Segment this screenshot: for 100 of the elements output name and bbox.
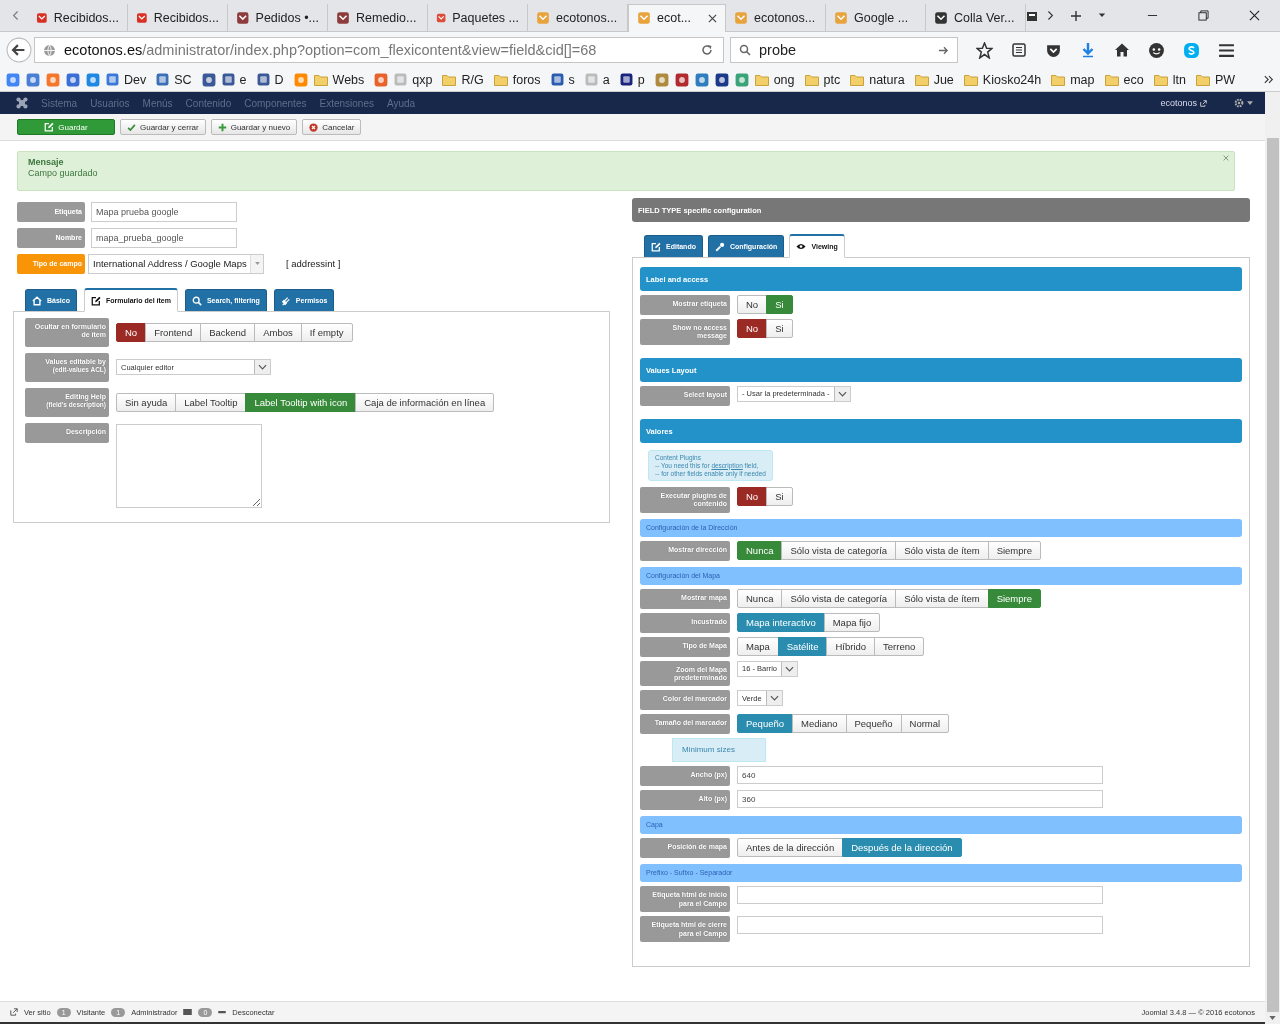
bookmark-folder[interactable]: ong bbox=[754, 72, 795, 87]
menu-icon[interactable] bbox=[1218, 41, 1235, 59]
option-button[interactable]: Sólo vista de ítem bbox=[895, 540, 989, 560]
user-menu[interactable]: ecotonos bbox=[1160, 98, 1197, 108]
option-button[interactable]: Pequeño bbox=[737, 714, 794, 734]
toolbar-button[interactable]: Guardar y nuevo bbox=[210, 119, 298, 135]
new-tab-icon[interactable] bbox=[1070, 9, 1082, 22]
browser-tab[interactable]: Remedio... bbox=[328, 3, 428, 32]
input-field[interactable] bbox=[737, 886, 1103, 905]
option-button[interactable]: Después de la dirección bbox=[842, 838, 962, 858]
browser-tab[interactable]: Recibidos... bbox=[28, 3, 128, 32]
scroll-left-icon[interactable] bbox=[12, 10, 20, 21]
browser-tab[interactable]: Recibidos... bbox=[128, 3, 228, 32]
scrollbar[interactable] bbox=[1265, 92, 1280, 1024]
option-button[interactable]: Normal bbox=[900, 714, 950, 734]
address-bar[interactable]: ecotonos.es/administrator/index.php?option=com_flexicontent&view=field&cid[]=68 bbox=[34, 37, 724, 63]
option-button[interactable]: No bbox=[737, 295, 768, 314]
bookmark-icon[interactable] bbox=[714, 72, 729, 87]
input-field[interactable]: mapa_prueba_google bbox=[91, 227, 237, 248]
option-button[interactable]: Si bbox=[766, 486, 793, 506]
browser-tab[interactable]: Paquetes ... bbox=[428, 3, 528, 32]
bookmark-icon[interactable] bbox=[694, 72, 709, 87]
star-icon[interactable] bbox=[976, 41, 993, 59]
option-button[interactable]: Sin ayuda bbox=[116, 393, 177, 412]
option-button[interactable]: No bbox=[116, 323, 147, 342]
go-arrow-icon[interactable] bbox=[938, 44, 949, 56]
bookmark[interactable]: Dev bbox=[106, 72, 147, 87]
toolbar-button[interactable]: Guardar bbox=[17, 119, 115, 135]
reading-list-icon[interactable] bbox=[1011, 42, 1027, 58]
bookmark[interactable]: SC bbox=[156, 72, 192, 87]
option-button[interactable]: If empty bbox=[300, 323, 353, 342]
option-button[interactable]: Mapa bbox=[737, 636, 779, 656]
bookmark-folder[interactable]: foros bbox=[493, 72, 541, 87]
input-field[interactable]: 360 bbox=[737, 790, 1103, 809]
scroll-down-icon[interactable] bbox=[1269, 1016, 1276, 1020]
bookmark[interactable]: qxp bbox=[394, 72, 433, 87]
option-button[interactable]: Nunca bbox=[737, 588, 783, 608]
option-button[interactable]: Sólo vista de ítem bbox=[895, 588, 989, 608]
joomla-logo-icon[interactable] bbox=[16, 97, 28, 109]
bookmark-folder[interactable]: R/G bbox=[442, 72, 484, 87]
back-icon[interactable] bbox=[6, 37, 32, 63]
option-button[interactable]: Antes de la dirección bbox=[737, 838, 844, 858]
browser-tab[interactable]: ecot... bbox=[628, 3, 726, 32]
option-button[interactable]: No bbox=[737, 319, 768, 338]
option-button[interactable]: Sólo vista de categoría bbox=[781, 588, 897, 608]
dropdown-icon[interactable] bbox=[1098, 13, 1106, 18]
option-button[interactable]: Terreno bbox=[874, 636, 925, 656]
bookmark-icon[interactable] bbox=[674, 72, 689, 87]
option-button[interactable]: Satélite bbox=[777, 636, 828, 656]
option-button[interactable]: Nunca bbox=[737, 540, 783, 560]
bookmark[interactable]: D bbox=[256, 72, 284, 87]
input-field[interactable]: Mapa prueba google bbox=[91, 201, 237, 222]
bookmark-folder[interactable]: Webs bbox=[313, 72, 365, 87]
option-button[interactable]: Ambos bbox=[254, 323, 302, 342]
bookmark-folder[interactable]: ptc bbox=[804, 72, 841, 87]
option-button[interactable]: Si bbox=[766, 295, 793, 314]
bookmark-icon[interactable] bbox=[66, 72, 80, 87]
bookmark[interactable]: s bbox=[550, 72, 575, 87]
reload-icon[interactable] bbox=[701, 44, 713, 56]
bookmark-folder[interactable]: PW bbox=[1195, 72, 1236, 87]
search-field[interactable]: probe bbox=[730, 37, 958, 63]
browser-tab[interactable]: Colla Ver... bbox=[926, 3, 1026, 32]
option-button[interactable]: Caja de información en línea bbox=[355, 393, 495, 412]
toolbar-button[interactable]: Cancelar bbox=[302, 119, 362, 135]
bookmark[interactable]: p bbox=[619, 72, 645, 87]
option-button[interactable]: Híbrido bbox=[826, 636, 876, 656]
bookmark-folder[interactable]: Kiosko24h bbox=[963, 72, 1042, 87]
settings-icon[interactable] bbox=[1234, 98, 1244, 108]
browser-tab[interactable]: Pedidos •... bbox=[228, 3, 328, 32]
scroll-right-icon[interactable] bbox=[1046, 10, 1054, 21]
bookmark-folder[interactable]: natura bbox=[850, 72, 905, 87]
select-field[interactable]: International Address / Google Maps bbox=[88, 253, 264, 274]
option-button[interactable]: Mapa fijo bbox=[823, 612, 881, 632]
description-field[interactable] bbox=[116, 424, 262, 508]
bookmark-folder[interactable]: map bbox=[1051, 72, 1095, 87]
option-button[interactable]: Label Tooltip with icon bbox=[245, 393, 357, 412]
close-icon[interactable] bbox=[1249, 10, 1260, 21]
option-button[interactable]: No bbox=[737, 486, 768, 506]
browser-tab[interactable]: ecotonos... bbox=[726, 3, 826, 32]
input-field[interactable]: 640 bbox=[737, 766, 1103, 785]
more-bookmarks-icon[interactable] bbox=[1264, 75, 1274, 84]
input-field[interactable] bbox=[737, 916, 1103, 935]
chat-icon[interactable] bbox=[1148, 41, 1165, 59]
option-button[interactable]: Mapa interactivo bbox=[737, 612, 825, 632]
bookmark-folder[interactable]: ltn bbox=[1153, 72, 1186, 87]
bookmark-icon[interactable] bbox=[201, 72, 216, 87]
option-button[interactable]: Frontend bbox=[145, 323, 202, 342]
option-button[interactable]: Sólo vista de categoría bbox=[781, 540, 897, 560]
option-button[interactable]: Siempre bbox=[987, 588, 1041, 608]
download-icon[interactable] bbox=[1080, 42, 1096, 58]
browser-tab[interactable]: Google ... bbox=[826, 3, 926, 32]
option-button[interactable]: Si bbox=[766, 319, 793, 338]
option-button[interactable]: Label Tooltip bbox=[175, 393, 247, 412]
bookmark[interactable]: a bbox=[584, 72, 610, 87]
close-icon[interactable] bbox=[708, 13, 717, 23]
option-button[interactable]: Mediano bbox=[792, 714, 847, 734]
option-button[interactable]: Backend bbox=[200, 323, 256, 342]
toolbar-button[interactable]: Guardar y cerrar bbox=[120, 119, 206, 135]
bookmark-folder[interactable]: Jue bbox=[914, 72, 954, 87]
bookmark[interactable]: e bbox=[221, 72, 247, 87]
